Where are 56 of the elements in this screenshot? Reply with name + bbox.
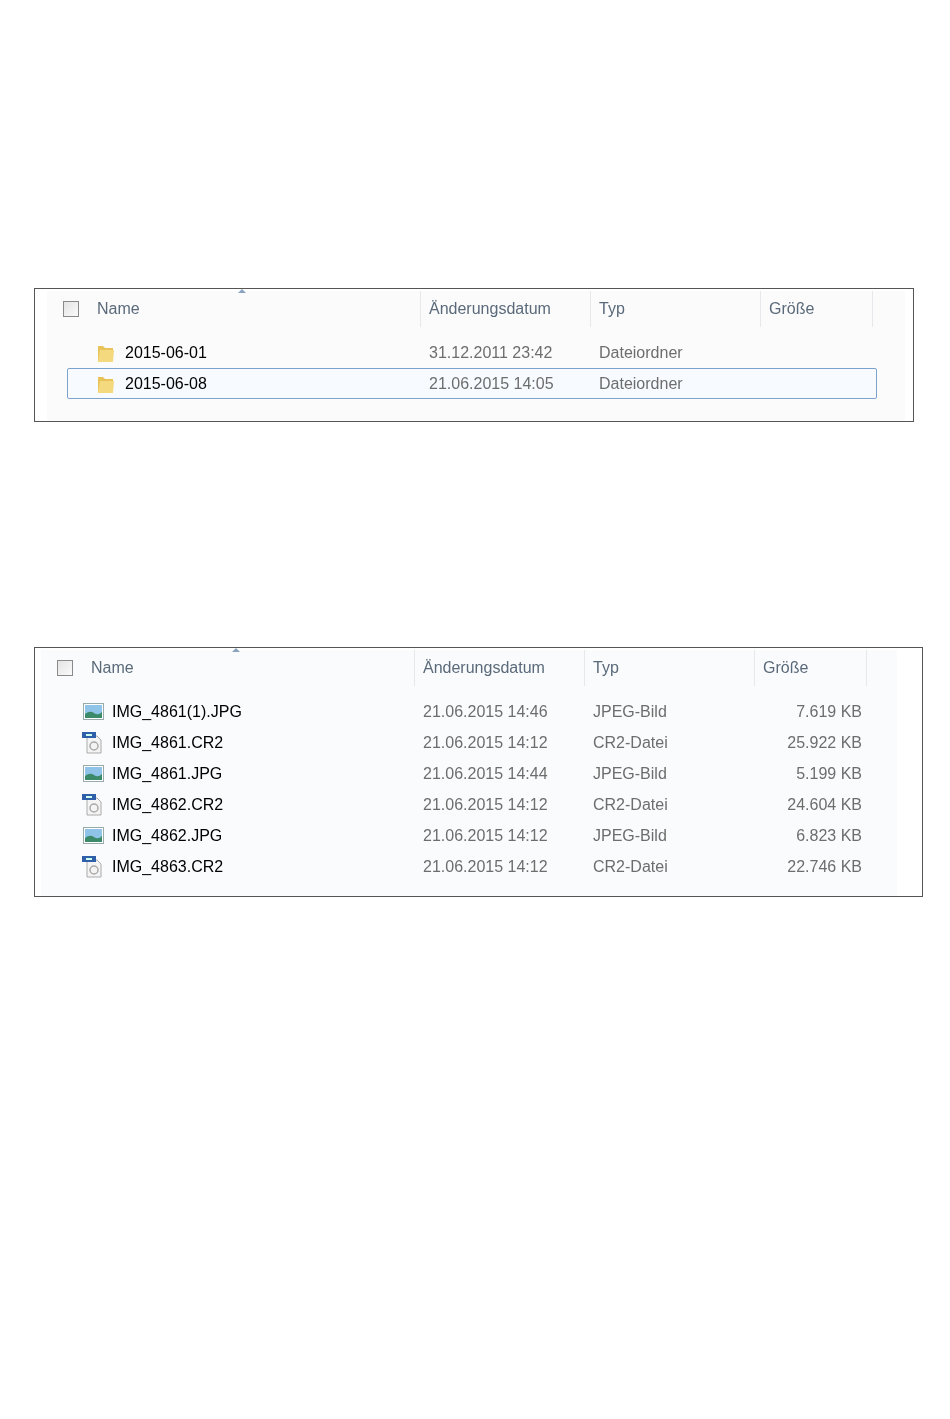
column-header[interactable]: Größe xyxy=(755,650,867,686)
file-name: IMG_4862.CR2 xyxy=(112,794,224,815)
file-row[interactable]: IMG_4862.CR2 21.06.2015 14:12 CR2-Datei 24.604 KB xyxy=(61,789,871,820)
date-cell-text: 21.06.2015 14:05 xyxy=(428,373,555,394)
column-header[interactable]: Größe xyxy=(761,291,873,327)
file-row[interactable]: IMG_4861.CR2 21.06.2015 14:12 CR2-Datei 25.922 KB xyxy=(61,727,871,758)
date-cell-text: 21.06.2015 14:12 xyxy=(422,856,549,877)
size-cell-text: 7.619 KB xyxy=(796,701,862,722)
raw-file-icon xyxy=(82,731,104,754)
type-cell-text: CR2-Datei xyxy=(592,794,669,815)
column-header[interactable]: Änderungsdatum xyxy=(421,291,591,327)
sort-arrow-icon xyxy=(238,289,246,293)
image-file-icon xyxy=(82,827,104,844)
column-header[interactable]: Name xyxy=(51,650,415,686)
file-row[interactable]: 2015-06-08 21.06.2015 14:05 Dateiordner xyxy=(67,368,877,399)
column-header[interactable]: Änderungsdatum xyxy=(415,650,585,686)
image-file-icon xyxy=(82,703,104,720)
raw-file-icon xyxy=(82,793,104,816)
size-cell-text: 5.199 KB xyxy=(796,763,862,784)
file-name: IMG_4861.CR2 xyxy=(112,732,224,753)
file-row[interactable]: IMG_4861.JPG 21.06.2015 14:44 JPEG-Bild 5.199 KB xyxy=(61,758,871,789)
type-cell-text: JPEG-Bild xyxy=(592,763,668,784)
file-name: IMG_4861(1).JPG xyxy=(112,701,242,722)
date-cell-text: 21.06.2015 14:46 xyxy=(422,701,549,722)
type-cell-text: Dateiordner xyxy=(598,373,684,394)
date-cell-text: 31.12.2011 23:42 xyxy=(428,342,554,363)
date-cell-text: 21.06.2015 14:12 xyxy=(422,825,549,846)
file-row[interactable]: IMG_4862.JPG 21.06.2015 14:12 JPEG-Bild 6.823 KB xyxy=(61,820,871,851)
column-header[interactable]: Typ xyxy=(585,650,755,686)
file-row[interactable]: 2015-06-01 31.12.2011 23:42 Dateiordner xyxy=(67,337,877,368)
file-name: IMG_4861.JPG xyxy=(112,763,223,784)
size-cell-text: 24.604 KB xyxy=(787,794,862,815)
raw-file-icon xyxy=(82,855,104,878)
file-name: IMG_4862.JPG xyxy=(112,825,223,846)
file-name: 2015-06-08 xyxy=(125,373,207,394)
select-all-checkbox[interactable] xyxy=(63,301,79,317)
file-name: 2015-06-01 xyxy=(125,342,207,363)
select-all-checkbox[interactable] xyxy=(57,660,73,676)
type-cell-text: CR2-Datei xyxy=(592,732,669,753)
date-cell-text: 21.06.2015 14:44 xyxy=(422,763,549,784)
sort-arrow-icon xyxy=(232,648,240,652)
date-cell-text: 21.06.2015 14:12 xyxy=(422,732,549,753)
image-file-icon xyxy=(82,765,104,782)
type-cell-text: Dateiordner xyxy=(598,342,684,363)
size-cell-text: 22.746 KB xyxy=(787,856,862,877)
type-cell-text: CR2-Datei xyxy=(592,856,669,877)
file-row[interactable]: IMG_4861(1).JPG 21.06.2015 14:46 JPEG-Bild 7.619 KB xyxy=(61,696,871,727)
type-cell-text: JPEG-Bild xyxy=(592,701,668,722)
date-cell-text: 21.06.2015 14:12 xyxy=(422,794,549,815)
size-cell-text: 25.922 KB xyxy=(787,732,862,753)
type-cell-text: JPEG-Bild xyxy=(592,825,668,846)
file-row[interactable]: IMG_4863.CR2 21.06.2015 14:12 CR2-Datei 22.746 KB xyxy=(61,851,871,882)
file-name: IMG_4863.CR2 xyxy=(112,856,224,877)
column-header[interactable]: Typ xyxy=(591,291,761,327)
column-header[interactable]: Name xyxy=(57,291,421,327)
size-cell-text: 6.823 KB xyxy=(796,825,862,846)
